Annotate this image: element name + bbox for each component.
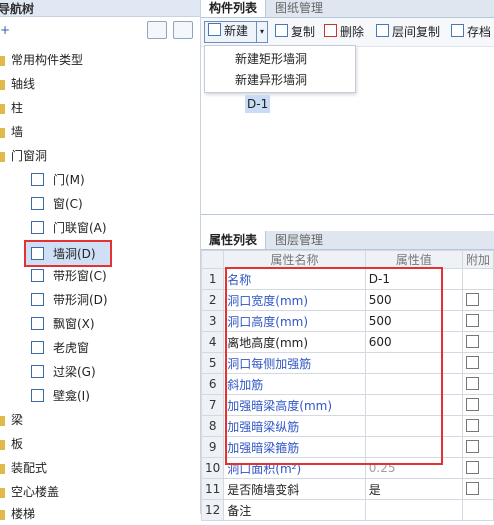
property-table-header: 属性名称 属性值 附加: [200, 250, 494, 269]
folder-icon: [0, 128, 5, 138]
strip-window-icon: [31, 269, 44, 282]
header-value: 属性值: [364, 250, 463, 269]
grid-view-icon[interactable]: [173, 21, 193, 39]
folder-icon: [0, 488, 5, 498]
new-button[interactable]: 新建 ▾: [204, 21, 268, 43]
header-index: [200, 250, 225, 269]
extra-checkbox[interactable]: [465, 314, 479, 327]
tree-category-slab[interactable]: 板: [0, 433, 23, 455]
extra-checkbox[interactable]: [465, 419, 479, 432]
tree-item-strip-opening[interactable]: 带形洞(D): [31, 289, 108, 311]
tree-item-wall-opening[interactable]: 墙洞(D): [31, 243, 96, 265]
tree-category-hollow-floor[interactable]: 空心楼盖: [0, 481, 59, 503]
folder-icon: [0, 510, 5, 520]
tab-property-list[interactable]: 属性列表: [201, 231, 267, 249]
tree-category-axis[interactable]: 轴线: [0, 73, 35, 95]
tree-item-door-window[interactable]: 门联窗(A): [31, 217, 107, 239]
delete-icon: [324, 24, 337, 37]
folder-icon: [0, 152, 5, 162]
navigation-tree-panel: 导航树 + 常用构件类型 轴线 柱 墙 门窗洞 门(M) 窗(C) 门联窗(A): [0, 0, 201, 521]
tree-item-window[interactable]: 窗(C): [31, 193, 83, 215]
list-view-icon[interactable]: [147, 21, 167, 39]
dormer-icon: [31, 341, 44, 354]
extra-checkbox[interactable]: [465, 398, 479, 411]
tree-item-strip-window[interactable]: 带形窗(C): [31, 265, 107, 287]
folder-icon: [0, 80, 5, 90]
chevron-down-icon[interactable]: ▾: [256, 22, 267, 42]
lintel-icon: [31, 365, 44, 378]
nav-title-bar: 导航树: [0, 0, 200, 17]
tree-category-beam[interactable]: 梁: [0, 409, 23, 431]
tree-category-prefab[interactable]: 装配式: [0, 457, 47, 479]
extra-checkbox[interactable]: [465, 356, 479, 369]
new-icon: [208, 23, 221, 36]
extra-checkbox[interactable]: [465, 293, 479, 306]
new-dropdown-menu: 新建矩形墙洞 新建异形墙洞: [204, 45, 356, 93]
floor-copy-icon: [376, 24, 389, 37]
component-list-panel: 构件列表 图纸管理 新建 ▾ 复制 删除 层间复制 存档 新建矩形墙洞 新建异形…: [201, 0, 494, 212]
bay-window-icon: [31, 317, 44, 330]
copy-icon: [275, 24, 288, 37]
property-tabs: 属性列表 图层管理: [201, 231, 494, 250]
property-panel: 属性列表 图层管理 属性名称 属性值 附加 1 名称 D-1 2 洞口宽度(mm…: [200, 214, 494, 521]
tree-item-niche[interactable]: 壁龛(I): [31, 385, 90, 407]
component-toolbar: 新建 ▾ 复制 删除 层间复制 存档: [201, 18, 494, 47]
menu-item-new-shaped-opening[interactable]: 新建异形墙洞: [235, 71, 307, 88]
save-icon: [451, 24, 464, 37]
tree-item-dormer[interactable]: 老虎窗: [31, 337, 89, 359]
save-button[interactable]: 存档: [451, 24, 491, 40]
niche-icon: [31, 389, 44, 402]
strip-opening-icon: [31, 293, 44, 306]
tree-item-door[interactable]: 门(M): [31, 169, 85, 191]
tree-category-stairs[interactable]: 楼梯: [0, 503, 35, 525]
nav-toolbar: +: [0, 17, 200, 45]
folder-icon: [0, 56, 5, 66]
tab-layer-management[interactable]: 图层管理: [267, 231, 331, 249]
header-extra: 附加: [461, 250, 494, 269]
folder-icon: [0, 464, 5, 474]
component-item-d1[interactable]: D-1: [245, 95, 271, 113]
tree-category-column[interactable]: 柱: [0, 97, 23, 119]
folder-icon: [0, 104, 5, 114]
extra-checkbox[interactable]: [465, 461, 479, 474]
wall-opening-icon: [31, 247, 44, 260]
table-row[interactable]: 11 是否随墙变斜 是: [200, 478, 494, 500]
door-icon: [31, 173, 44, 186]
add-icon[interactable]: +: [0, 23, 10, 37]
table-row[interactable]: 12 备注: [200, 499, 494, 521]
tab-component-list[interactable]: 构件列表: [201, 0, 267, 17]
extra-checkbox[interactable]: [465, 377, 479, 390]
folder-icon: [0, 416, 5, 426]
tree-item-lintel[interactable]: 过梁(G): [31, 361, 96, 383]
folder-icon: [0, 440, 5, 450]
tree-category-wall[interactable]: 墙: [0, 121, 23, 143]
property-highlight-box: [225, 267, 443, 465]
nav-title: 导航树: [0, 2, 35, 16]
header-name: 属性名称: [223, 250, 366, 269]
extra-checkbox[interactable]: [465, 482, 479, 495]
copy-button[interactable]: 复制: [275, 24, 315, 40]
door-window-icon: [31, 221, 44, 234]
tree-item-bay-window[interactable]: 飘窗(X): [31, 313, 95, 335]
delete-button[interactable]: 删除: [324, 24, 364, 40]
extra-checkbox[interactable]: [465, 335, 479, 348]
tree-category-common[interactable]: 常用构件类型: [0, 49, 83, 71]
component-tabs: 构件列表 图纸管理: [201, 0, 494, 18]
window-icon: [31, 197, 44, 210]
extra-checkbox[interactable]: [465, 440, 479, 453]
tree-category-doors-windows[interactable]: 门窗洞: [0, 145, 47, 167]
floor-copy-button[interactable]: 层间复制: [376, 24, 440, 40]
tab-drawing-management[interactable]: 图纸管理: [267, 0, 331, 17]
menu-item-new-rect-opening[interactable]: 新建矩形墙洞: [235, 50, 307, 67]
